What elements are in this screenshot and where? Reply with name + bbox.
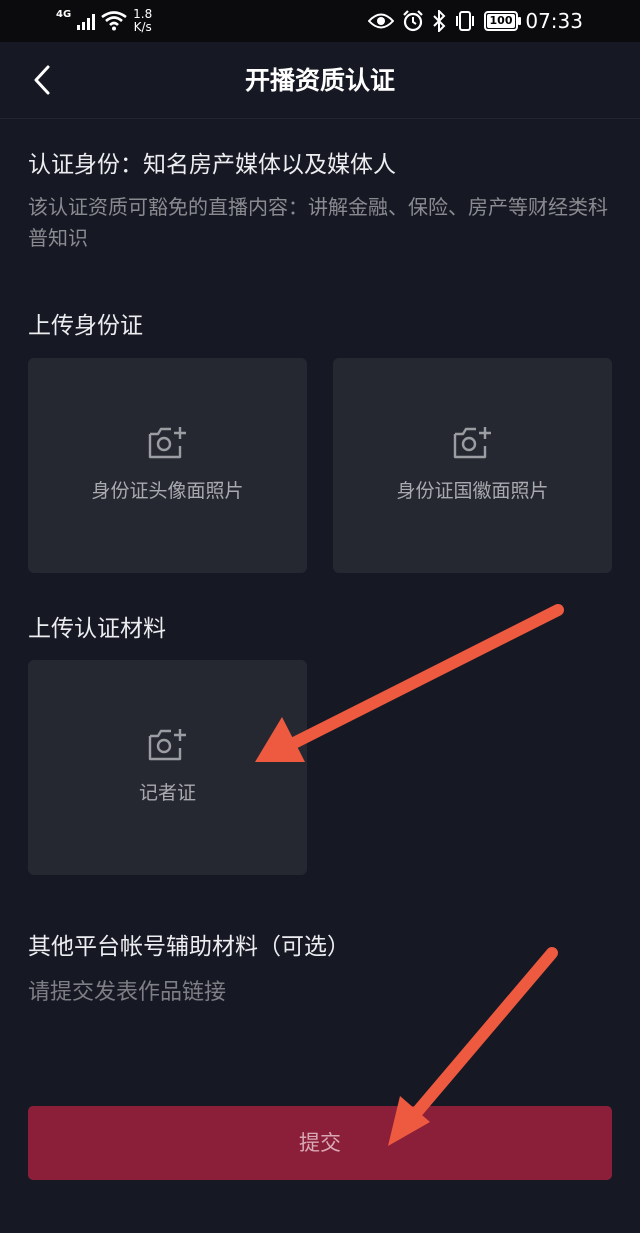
materials-section-title: 上传认证材料 [28,616,166,642]
id-card-section-title: 上传身份证 [28,313,143,339]
status-right: 100 [368,7,521,35]
network-type: 4G [56,9,72,20]
id-card-back-label: 身份证国徽面照片 [396,480,549,502]
alarm-icon [403,10,423,32]
wifi-icon [101,11,127,31]
press-card-upload[interactable]: 记者证 [28,660,307,875]
network-speed: 1.8 K/s [133,8,152,34]
status-left: 4G 1.8 K/s [56,7,152,35]
header-divider [0,118,640,119]
id-card-front-upload[interactable]: 身份证头像面照片 [28,358,307,573]
works-link-input[interactable]: 请提交发表作品链接 [28,977,618,1009]
id-card-back-upload[interactable]: 身份证国徽面照片 [333,358,612,573]
press-card-label: 记者证 [138,782,196,804]
signal-icon [77,12,96,30]
page-title: 开播资质认证 [244,66,395,95]
identity-description: 该认证资质可豁免的直播内容：讲解金融、保险、房产等财经类科普知识 [28,195,608,250]
battery-level: 100 [489,14,513,27]
vibrate-icon [456,11,474,31]
camera-add-icon [148,729,186,761]
other-platform-title: 其他平台帐号辅助材料（可选） [28,934,350,960]
submit-button[interactable]: 提交 [28,1106,612,1180]
bluetooth-icon [433,10,446,32]
camera-add-icon [453,427,491,459]
eye-icon [368,13,394,29]
nav-header: 开播资质认证 [0,42,640,120]
battery-icon: 100 [484,11,521,31]
identity-title: 认证身份：知名房产媒体以及媒体人 [28,152,396,178]
clock: 07:33 [525,9,583,33]
camera-add-icon [148,427,186,459]
speed-unit: K/s [133,20,152,34]
id-card-front-label: 身份证头像面照片 [91,480,244,502]
status-bar: 4G 1.8 K/s 100 07:33 [0,0,640,42]
